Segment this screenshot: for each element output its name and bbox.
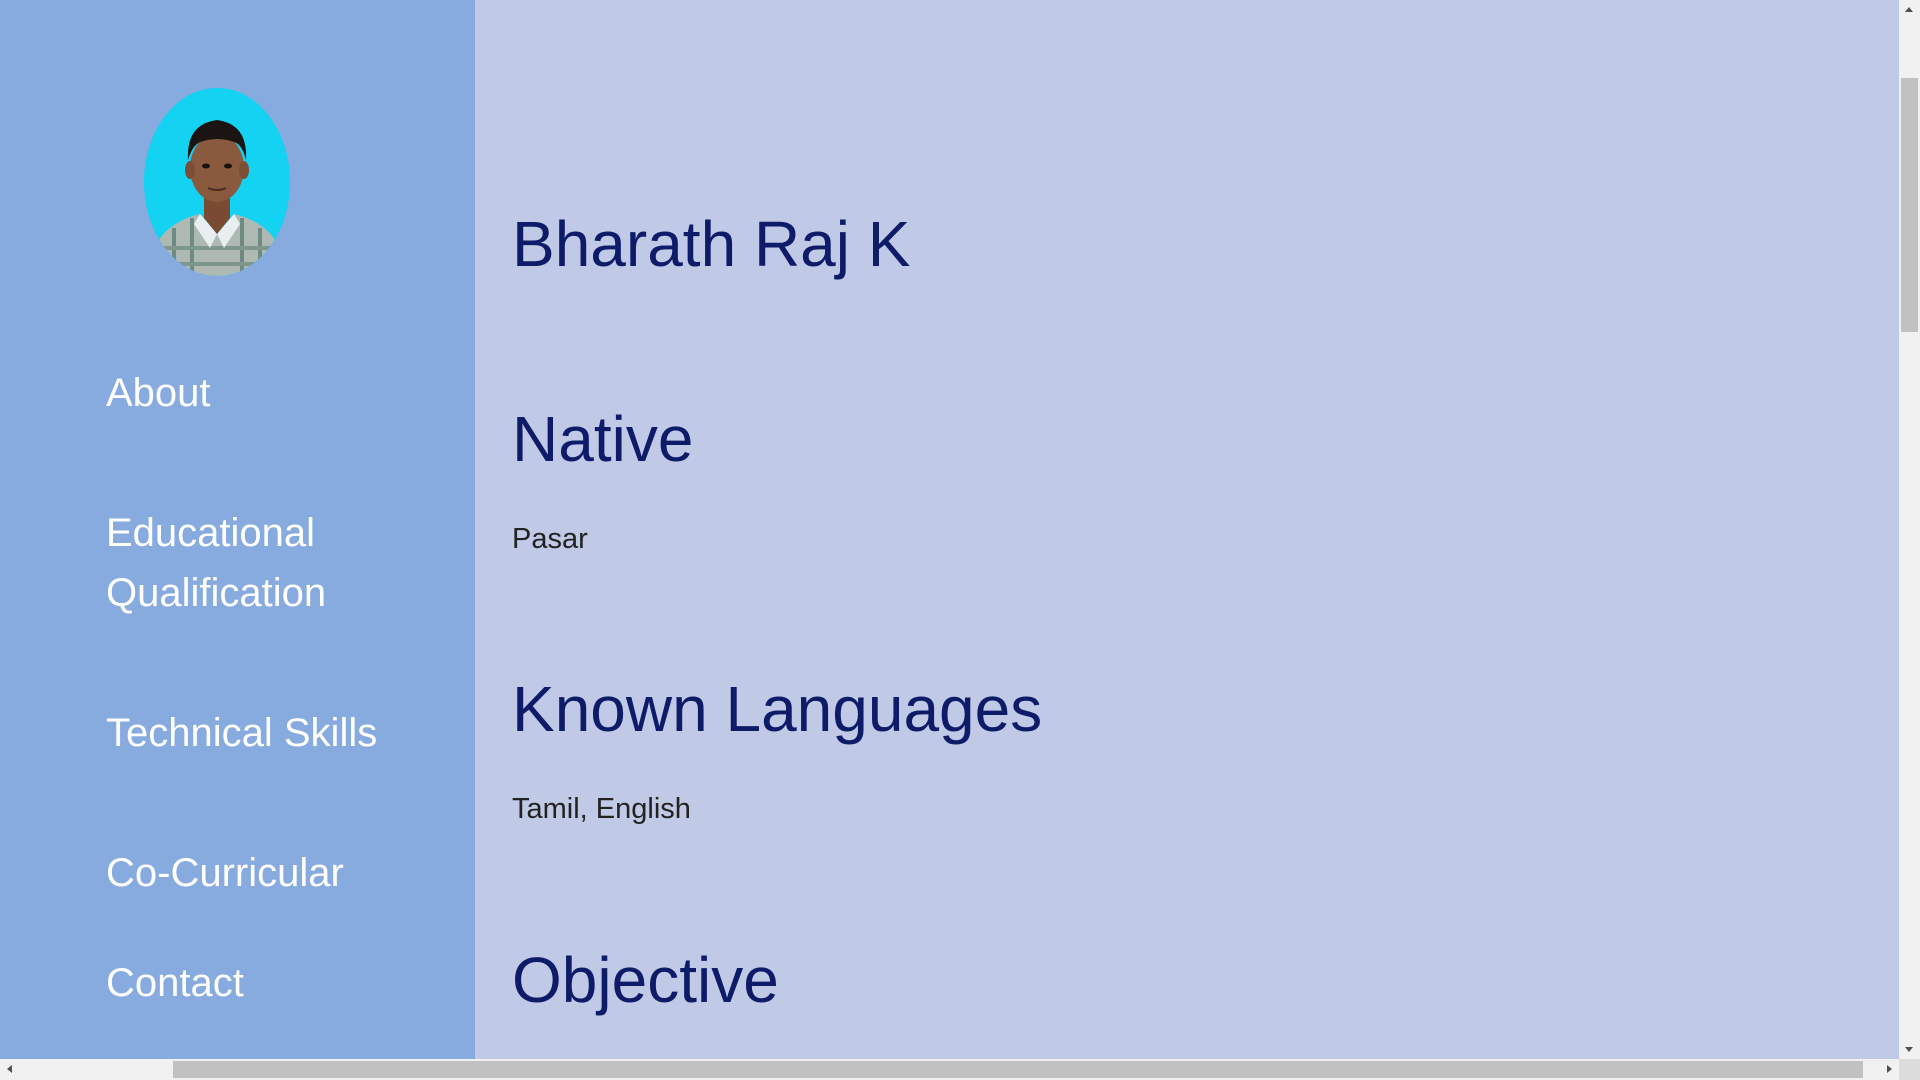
horizontal-scroll-thumb[interactable] (173, 1061, 1863, 1078)
section-heading-objective: Objective (512, 944, 779, 1016)
profile-avatar (144, 88, 290, 276)
nav-technical-skills[interactable]: Technical Skills (106, 703, 426, 763)
scroll-up-arrow-icon[interactable] (1905, 7, 1913, 12)
horizontal-scrollbar[interactable] (0, 1059, 1899, 1080)
scroll-down-arrow-icon[interactable] (1905, 1047, 1913, 1052)
section-heading-native: Native (512, 403, 694, 475)
section-heading-languages: Known Languages (512, 673, 1043, 745)
main-content: Bharath Raj K Native Pasar Known Languag… (475, 0, 1899, 1059)
nav-contact[interactable]: Contact (106, 953, 426, 1013)
scrollbar-corner (1899, 1059, 1920, 1080)
person-photo-icon (144, 88, 290, 276)
page-title: Bharath Raj K (512, 208, 911, 280)
scroll-right-arrow-icon[interactable] (1887, 1065, 1892, 1073)
vertical-scrollbar[interactable] (1899, 0, 1920, 1059)
native-value: Pasar (512, 523, 588, 555)
sidebar: About Educational Qualification Technica… (0, 0, 475, 1059)
scroll-left-arrow-icon[interactable] (7, 1065, 12, 1073)
languages-value: Tamil, English (512, 793, 691, 825)
nav-educational-qualification[interactable]: Educational Qualification (106, 503, 426, 623)
vertical-scroll-thumb[interactable] (1901, 78, 1918, 332)
nav-co-curricular[interactable]: Co-Curricular (106, 843, 426, 903)
nav-about[interactable]: About (106, 363, 426, 423)
page-viewport: About Educational Qualification Technica… (0, 0, 1899, 1059)
